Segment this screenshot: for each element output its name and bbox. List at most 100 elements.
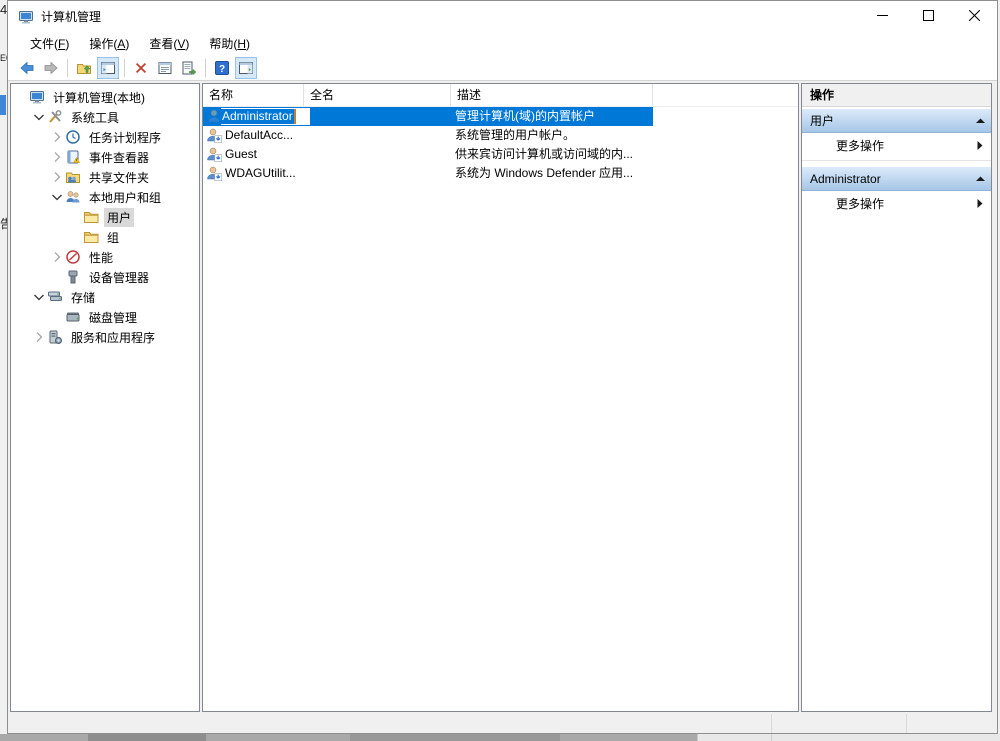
console-tree-panel: 计算机管理(本地)系统工具任务计划程序事件查看器共享文件夹本地用户和组用户组性能… [10,83,200,712]
export-list-icon [181,60,197,76]
tree-item-label: 磁盘管理 [86,308,140,327]
action-item-more-actions[interactable]: 更多操作 [802,133,991,158]
user-description: 供来宾访问计算机或访问域的内... [455,145,633,164]
toolbar-separator [205,59,206,77]
menu-item-v[interactable]: 查看(V) [139,32,199,56]
action-section-header[interactable]: 用户 [802,109,991,133]
action-section: 用户更多操作 [802,109,991,158]
forward-arrow-icon [43,60,59,76]
folder-icon [83,209,99,225]
column-header-label: 名称 [209,88,233,102]
action-item-more-actions[interactable]: 更多操作 [802,191,991,216]
chevron-collapsed-icon[interactable] [49,149,65,165]
help-button[interactable]: ? [211,57,233,79]
column-header[interactable]: 名称 [203,84,304,106]
tree-item[interactable]: 存储 [11,287,199,307]
actions-panel: 操作 用户更多操作Administrator更多操作 [801,83,992,712]
maximize-button[interactable] [905,1,951,32]
tree-item[interactable]: 本地用户和组 [11,187,199,207]
status-bar-separator [906,714,907,733]
menu-item-label: ) [246,37,250,51]
tree-item[interactable]: 共享文件夹 [11,167,199,187]
computer-icon [18,9,34,25]
user-description: 管理计算机(域)的内置帐户 [455,107,595,126]
rename-input[interactable]: Administrator [221,108,310,125]
action-section-title: 用户 [802,112,969,129]
help-icon: ? [214,60,230,76]
menu-bar: 文件(F)操作(A)查看(V)帮助(H) [8,32,997,56]
table-row[interactable]: DefaultAcc...系统管理的用户帐户。 [203,126,798,145]
table-row[interactable]: Administrator 管理计算机(域)的内置帐户 [203,107,653,126]
tree-item-label: 计算机管理(本地) [50,88,148,107]
storage-icon [47,289,63,305]
chevron-expanded-icon[interactable] [31,289,47,305]
actions-sections: 用户更多操作 Administrator 更多操作 [802,107,991,216]
tree-item[interactable]: 服务和应用程序 [11,327,199,347]
rename-text: Administrator [221,109,294,124]
export-list-button[interactable] [178,57,200,79]
tree-item-label: 本地用户和组 [86,188,164,207]
window-controls [859,1,997,32]
chevron-spacer [67,229,83,245]
folder-icon [83,229,99,245]
chevron-up-icon[interactable] [969,174,991,183]
back-button[interactable] [16,57,38,79]
up-level-button[interactable] [73,57,95,79]
tree-item[interactable]: 组 [11,227,199,247]
tree-item[interactable]: 磁盘管理 [11,307,199,327]
tree-item-label: 性能 [86,248,116,267]
chevron-collapsed-icon[interactable] [31,329,47,345]
chevron-expanded-icon[interactable] [49,189,65,205]
tree-item-label: 共享文件夹 [86,168,152,187]
table-row[interactable]: WDAGUtilit...系统为 Windows Defender 应用... [203,164,798,183]
chevron-spacer [49,309,65,325]
show-console-tree-button[interactable] [97,57,119,79]
show-action-pane-button[interactable] [235,57,257,79]
folder-up-icon [76,60,92,76]
chevron-expanded-icon[interactable] [31,109,47,125]
table-row[interactable]: Guest供来宾访问计算机或访问域的内... [203,145,798,164]
chevron-up-icon[interactable] [969,116,991,125]
toolbar-separator [67,59,68,77]
tree-item[interactable]: 设备管理器 [11,267,199,287]
action-section-title: Administrator [802,172,969,186]
tree-item[interactable]: 系统工具 [11,107,199,127]
tree-item[interactable]: 事件查看器 [11,147,199,167]
maximize-icon [923,10,934,24]
background-windows-bottom [0,734,1000,741]
menu-item-h[interactable]: 帮助(H) [199,32,260,56]
chevron-collapsed-icon[interactable] [49,129,65,145]
user-name: DefaultAcc... [225,126,293,145]
column-header-label: 全名 [310,88,334,102]
column-header[interactable]: 描述 [451,84,653,106]
column-header[interactable]: 全名 [304,84,451,106]
tree-item[interactable]: 性能 [11,247,199,267]
close-button[interactable] [951,1,997,32]
forward-button[interactable] [40,57,62,79]
action-section-header[interactable]: Administrator [802,167,991,191]
tree-item-label: 存储 [68,288,98,307]
status-bar-separator [771,714,772,733]
properties-button[interactable] [154,57,176,79]
minimize-button[interactable] [859,1,905,32]
console-tree-icon [100,60,116,76]
background-window-divider [771,734,772,741]
task-scheduler-icon [65,129,81,145]
chevron-spacer [49,269,65,285]
action-pane-icon [238,60,254,76]
menu-item-f[interactable]: 文件(F) [20,32,79,56]
tree-item[interactable]: 用户 [11,207,199,227]
menu-item-mnemonic: H [237,37,246,51]
device-manager-icon [65,269,81,285]
computer-management-window: 计算机管理 文件(F)操作(A)查看(V)帮助(H) ? 计算机管理(本地)系统… [7,0,998,734]
chevron-collapsed-icon[interactable] [49,249,65,265]
tree-item[interactable]: 计算机管理(本地) [11,87,199,107]
tree-item[interactable]: 任务计划程序 [11,127,199,147]
menu-item-a[interactable]: 操作(A) [79,32,139,56]
svg-text:?: ? [219,64,225,75]
disk-management-icon [65,309,81,325]
tree-item-label: 设备管理器 [86,268,152,287]
background-window-edge [697,734,1000,741]
chevron-collapsed-icon[interactable] [49,169,65,185]
delete-button[interactable] [130,57,152,79]
